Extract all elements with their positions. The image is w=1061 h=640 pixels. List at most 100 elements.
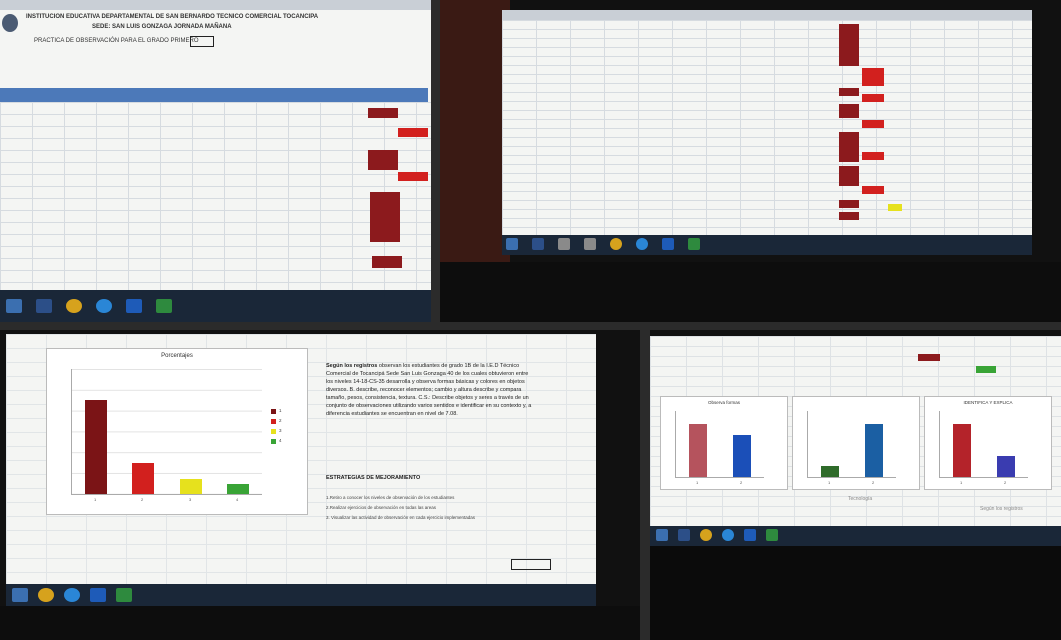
red-cell-block (839, 132, 859, 162)
red-cell (862, 120, 884, 128)
red-cell (368, 108, 398, 118)
photo-panel-chart-report: Porcentajes 1 2 3 4 1 2 3 4 Según los registro… (0, 330, 640, 640)
monitor-bezel (650, 546, 1061, 640)
note-text: Según los registros (980, 506, 1023, 512)
school-logo (2, 14, 18, 32)
word-icon[interactable] (744, 529, 756, 541)
start-icon[interactable] (12, 588, 28, 602)
plot-area: 12 (807, 411, 896, 485)
spreadsheet-view: Observa formas 12 12 IDENTIFICA Y EXPLIC… (650, 336, 1061, 526)
bar-1 (953, 424, 971, 477)
photo-panel-three-charts: Observa formas 12 12 IDENTIFICA Y EXPLIC… (650, 330, 1061, 640)
monitor-bezel (440, 262, 1061, 322)
word-icon[interactable] (662, 238, 674, 250)
strategy-item: 3. Visualizar las actividad de observaci… (326, 515, 475, 520)
chart-legend: 1 2 3 4 (271, 408, 301, 459)
taskbar (502, 235, 1032, 255)
app-icon[interactable] (558, 238, 570, 250)
red-cell (839, 88, 859, 96)
chart-title: IDENTIFICA Y EXPLICA (963, 400, 1013, 405)
red-cell (862, 68, 884, 86)
spreadsheet-view: INSTITUCION EDUCATIVA DEPARTAMENTAL DE S… (0, 0, 431, 290)
legend-swatch (271, 409, 276, 414)
photo-panel-spreadsheet-list (440, 0, 1061, 322)
start-icon[interactable] (6, 299, 22, 313)
bar-1 (689, 424, 707, 477)
sede-line: SEDE: SAN LUIS GONZAGA JORNADA MAÑANA (92, 24, 232, 30)
red-cell (918, 354, 940, 361)
bar-2 (132, 463, 154, 494)
red-cell (862, 186, 884, 194)
legend-label: 1 (279, 408, 282, 413)
taskbar (650, 526, 1061, 546)
bar-4 (227, 484, 249, 494)
red-cell (368, 150, 398, 170)
explorer-icon[interactable] (678, 529, 690, 541)
tick-label: 3 (189, 497, 192, 502)
legend-swatch (271, 429, 276, 434)
chart-middle[interactable]: 12 (792, 396, 920, 490)
column-header-row (502, 10, 1032, 20)
percentage-chart[interactable]: Porcentajes 1 2 3 4 1 2 3 4 (46, 348, 308, 515)
data-grid[interactable] (0, 102, 431, 290)
chrome-icon[interactable] (38, 588, 54, 602)
green-cell (976, 366, 996, 373)
ie-icon[interactable] (64, 588, 80, 602)
chart-title: Observa formas (707, 400, 740, 405)
ie-icon[interactable] (636, 238, 648, 250)
bar-3 (180, 479, 202, 494)
excel-icon[interactable] (688, 238, 700, 250)
red-cell (862, 94, 884, 102)
start-icon[interactable] (656, 529, 668, 541)
legend-swatch (271, 439, 276, 444)
plot-area: 12 (675, 411, 764, 485)
app-icon[interactable] (584, 238, 596, 250)
school-name: INSTITUCION EDUCATIVA DEPARTAMENTAL DE S… (26, 14, 319, 20)
chart-observa-formas[interactable]: Observa formas 12 (660, 396, 788, 490)
ie-icon[interactable] (722, 529, 734, 541)
start-icon[interactable] (506, 238, 518, 250)
red-cell (839, 212, 859, 220)
red-cell (398, 172, 428, 181)
taskbar (6, 584, 596, 606)
chrome-icon[interactable] (700, 529, 712, 541)
selected-cell[interactable] (511, 559, 551, 570)
yellow-cell (888, 204, 902, 211)
strategies-heading: ESTRATEGIAS DE MEJORAMIENTO (326, 475, 421, 481)
tick-label: 2 (1004, 480, 1007, 485)
red-cell-block (839, 24, 859, 66)
chrome-icon[interactable] (610, 238, 622, 250)
strategy-item: 2.Realizar ejercicios de observación en … (326, 505, 437, 510)
excel-icon[interactable] (116, 588, 132, 602)
ie-icon[interactable] (96, 299, 112, 313)
excel-icon[interactable] (156, 299, 172, 313)
data-grid[interactable] (502, 20, 1032, 235)
chart-title: Porcentajes (161, 353, 193, 359)
analysis-paragraph: Según los registros observan los estudia… (326, 362, 536, 418)
word-icon[interactable] (126, 299, 142, 313)
bar-2 (733, 435, 751, 477)
excel-icon[interactable] (766, 529, 778, 541)
word-icon[interactable] (90, 588, 106, 602)
taskbar (0, 290, 431, 322)
explorer-icon[interactable] (36, 299, 52, 313)
analysis-heading: Según los registros (326, 363, 378, 369)
tick-label: 2 (141, 497, 144, 502)
practice-title: PRACTICA DE OBSERVACIÓN PARA EL GRADO PR… (34, 38, 199, 44)
tick-label: 1 (94, 497, 97, 502)
chrome-icon[interactable] (66, 299, 82, 313)
plot-area: 1 2 3 4 (71, 369, 262, 502)
explorer-icon[interactable] (532, 238, 544, 250)
bar-2 (865, 424, 883, 477)
selected-cell[interactable] (190, 36, 214, 47)
legend-swatch (271, 419, 276, 424)
photo-panel-spreadsheet-header: INSTITUCION EDUCATIVA DEPARTAMENTAL DE S… (0, 0, 431, 322)
spreadsheet-view (502, 10, 1032, 235)
tick-label: 2 (872, 480, 875, 485)
chart-identifica-explica[interactable]: IDENTIFICA Y EXPLICA 12 (924, 396, 1052, 490)
tick-label: 4 (236, 497, 239, 502)
axis-label: Tecnología (848, 496, 873, 502)
red-cell (862, 152, 884, 160)
tick-label: 1 (960, 480, 963, 485)
plot-area: 12 (939, 411, 1028, 485)
